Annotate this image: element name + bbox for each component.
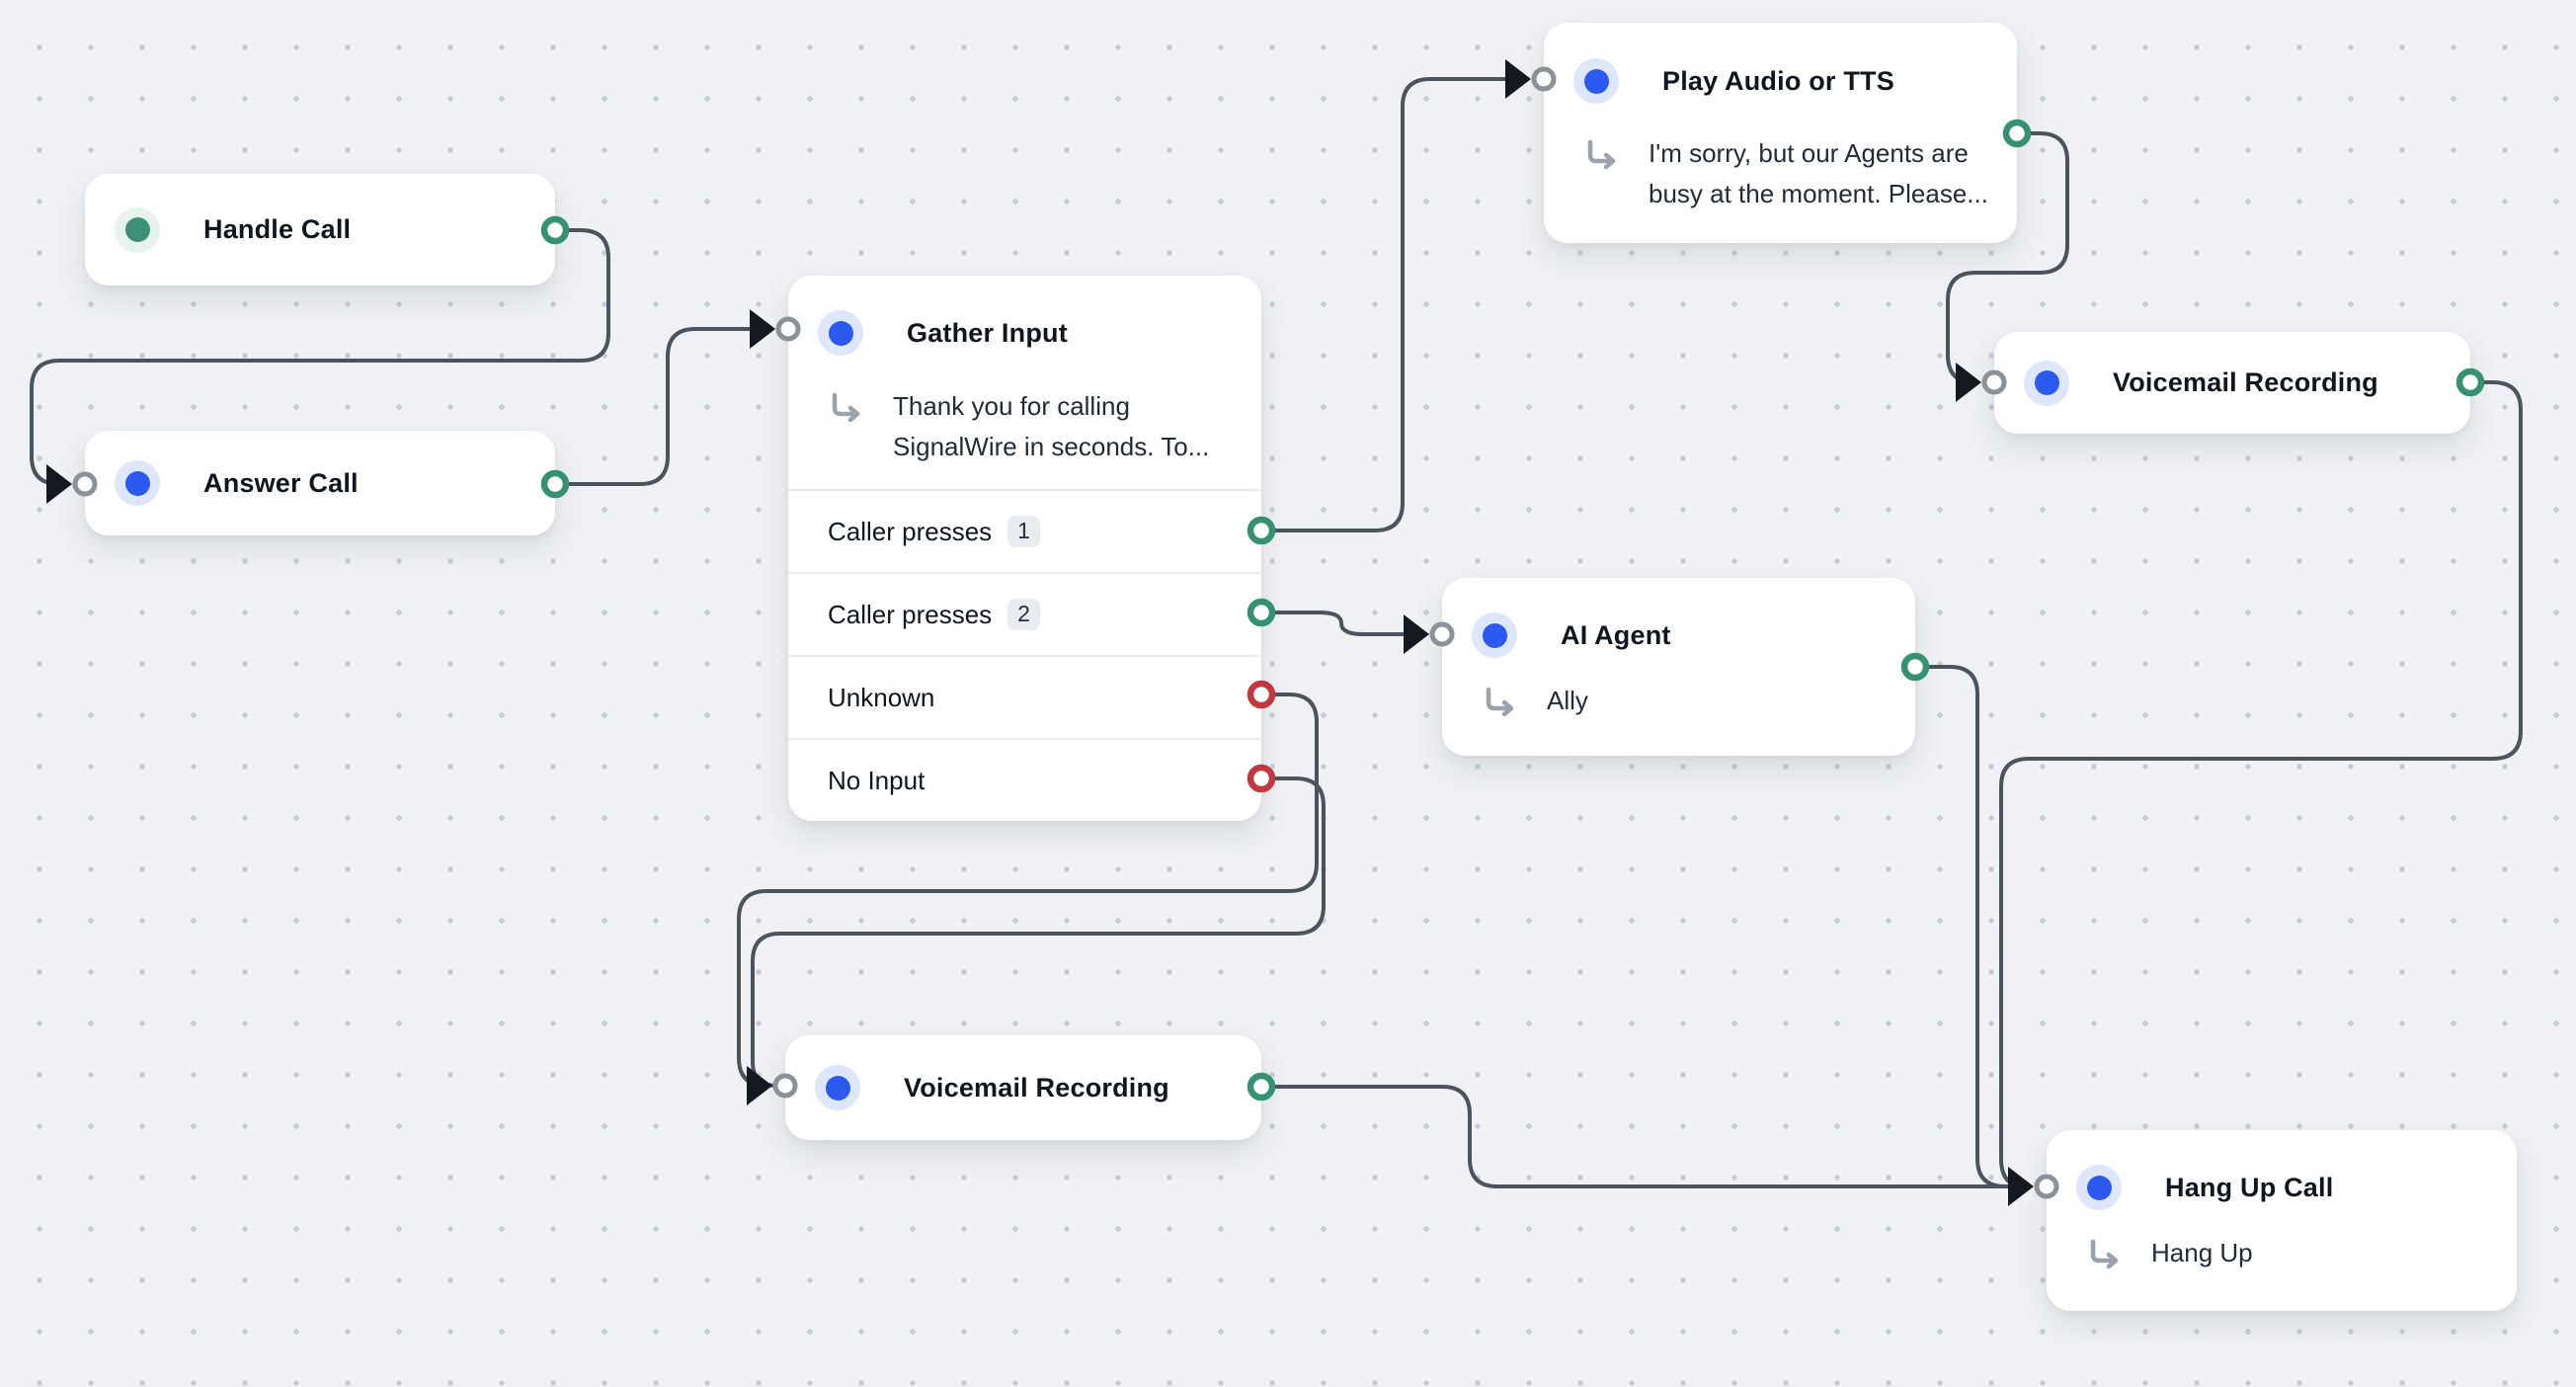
node-answer-call[interactable]: Answer Call — [85, 431, 555, 535]
ai-agent-name: Ally — [1547, 681, 1588, 721]
edge-ai-agent-to-hang-up[interactable] — [1915, 667, 2011, 1186]
edge-voicemail-to-hang-up[interactable] — [1261, 1087, 2009, 1186]
answer-call-icon — [115, 460, 160, 506]
node-voicemail-recording-bottom[interactable]: Voicemail Recording — [785, 1035, 1261, 1140]
edge-press2-to-ai-agent[interactable] — [1261, 612, 1406, 634]
reply-arrow-icon — [830, 392, 863, 426]
node-handle-call[interactable]: Handle Call — [85, 174, 555, 286]
output-row-caller-presses-1[interactable]: Caller presses 1 — [788, 489, 1261, 572]
edge-arrowhead — [46, 464, 72, 504]
node-ai-agent[interactable]: AI Agent Ally — [1442, 578, 1915, 756]
node-title: Voicemail Recording — [904, 1073, 1169, 1103]
node-title: Handle Call — [203, 214, 351, 245]
handle-call-icon — [115, 207, 160, 253]
node-voicemail-recording-right[interactable]: Voicemail Recording — [1994, 332, 2470, 434]
dtmf-badge: 1 — [1007, 516, 1040, 547]
reply-arrow-icon — [1484, 687, 1517, 720]
ai-agent-icon — [1472, 612, 1517, 658]
hang-up-icon — [2076, 1165, 2122, 1210]
node-title: Hang Up Call — [2165, 1173, 2333, 1203]
edge-arrowhead — [1956, 363, 1981, 402]
edge-arrowhead — [1505, 59, 1531, 99]
edge-arrowhead — [2008, 1167, 2034, 1206]
hang-up-action-text: Hang Up — [2151, 1233, 2253, 1273]
node-hang-up-call[interactable]: Hang Up Call Hang Up — [2047, 1130, 2517, 1311]
node-title: Play Audio or TTS — [1662, 66, 1894, 97]
edge-arrowhead — [750, 309, 775, 349]
node-gather-input[interactable]: Gather Input Thank you for calling Signa… — [788, 276, 1261, 821]
node-title: Gather Input — [907, 318, 1068, 349]
node-play-audio-tts[interactable]: Play Audio or TTS I'm sorry, but our Age… — [1544, 23, 2017, 243]
output-row-caller-presses-2[interactable]: Caller presses 2 — [788, 572, 1261, 655]
gather-prompt-text: Thank you for calling SignalWire in seco… — [893, 386, 1229, 467]
play-audio-icon — [1573, 58, 1619, 104]
flow-canvas[interactable]: Handle Call Answer Call Gather Input Tha… — [0, 0, 2576, 1387]
edge-voicemail-right-to-hang-up[interactable] — [2001, 382, 2521, 1186]
voicemail-icon — [2024, 361, 2069, 406]
edge-arrowhead — [747, 1066, 772, 1105]
dtmf-badge: 2 — [1007, 599, 1040, 630]
reply-arrow-icon — [2088, 1239, 2122, 1272]
node-title: Answer Call — [203, 468, 359, 499]
output-row-unknown[interactable]: Unknown — [788, 655, 1261, 738]
tts-message-text: I'm sorry, but our Agents are busy at th… — [1649, 133, 1989, 214]
node-title: Voicemail Recording — [2113, 367, 2378, 398]
reply-arrow-icon — [1585, 139, 1619, 173]
output-row-no-input[interactable]: No Input — [788, 738, 1261, 821]
edge-press1-to-play-audio[interactable] — [1261, 79, 1507, 530]
node-title: AI Agent — [1561, 620, 1671, 651]
edge-answer-to-gather[interactable] — [555, 329, 752, 484]
gather-input-icon — [818, 310, 863, 356]
voicemail-icon — [815, 1065, 860, 1110]
edge-arrowhead — [1404, 614, 1429, 654]
